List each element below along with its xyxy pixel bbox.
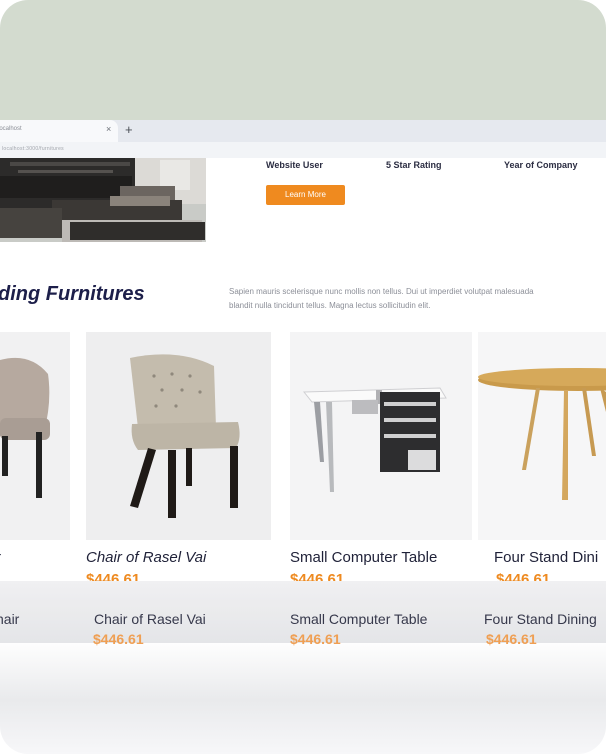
reflection-product-name: hair <box>0 611 20 627</box>
reflection-product-price: $446.61 <box>93 631 144 647</box>
product-price: $446.61 <box>86 571 141 581</box>
product-card[interactable] <box>290 332 472 540</box>
browser-tab-bar: localhost × + <box>0 120 606 142</box>
screenshot-card: localhost × + localhost:3000/furnitures … <box>0 0 606 754</box>
section-description: Sapien mauris scelerisque nunc mollis no… <box>229 285 606 313</box>
product-image <box>0 332 70 540</box>
url-text: localhost:3000/furnitures <box>2 146 64 152</box>
product-image <box>86 332 271 540</box>
address-bar[interactable]: localhost:3000/furnitures <box>0 142 606 158</box>
product-price: $446.61 <box>290 571 345 581</box>
product-price: $446.61 <box>496 571 551 581</box>
reflection-product-price: $446.61 <box>486 631 537 647</box>
section-title: ding Furnitures <box>0 283 145 305</box>
description-line-2: blandit nulla tincidunt tellus. Magna le… <box>229 301 431 310</box>
stat-year-of-company: Year of Company <box>504 160 578 170</box>
product-name[interactable]: Chair of Rasel Vai <box>86 549 206 566</box>
stat-5-star-rating: 5 Star Rating <box>386 160 442 170</box>
reflection-product-name: Four Stand Dining <box>484 611 597 627</box>
product-name[interactable]: Four Stand Dini <box>494 549 598 566</box>
product-reflection-strip: hair Chair of Rasel Vai Small Computer T… <box>0 581 606 647</box>
close-icon[interactable]: × <box>106 124 111 134</box>
product-image <box>478 332 606 540</box>
browser-tab[interactable]: localhost × <box>0 120 118 142</box>
product-card[interactable] <box>0 332 70 540</box>
product-card[interactable] <box>86 332 271 540</box>
product-image <box>290 332 472 540</box>
reflection-product-price: $446.61 <box>290 631 341 647</box>
product-name[interactable]: Small Computer Table <box>290 549 437 566</box>
plus-icon[interactable]: + <box>125 122 133 137</box>
learn-more-button[interactable]: Learn More <box>266 185 345 205</box>
description-line-1: Sapien mauris scelerisque nunc mollis no… <box>229 287 534 296</box>
reflection-product-name: Chair of Rasel Vai <box>94 611 206 627</box>
product-card[interactable] <box>478 332 606 540</box>
stat-website-user: Website User <box>266 160 323 170</box>
tab-title: localhost <box>0 126 22 132</box>
reflection-product-name: Small Computer Table <box>290 611 428 627</box>
hero-living-room-image <box>0 158 206 242</box>
